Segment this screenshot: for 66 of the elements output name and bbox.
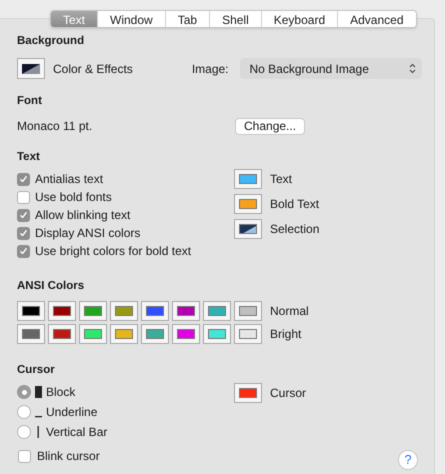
tab[interactable]: Tab <box>164 11 210 27</box>
color-well[interactable] <box>17 301 45 321</box>
checkbox-label: Use bold fonts <box>35 189 112 206</box>
color-well[interactable] <box>234 324 262 344</box>
color-well[interactable] <box>110 324 138 344</box>
color-label: Selection <box>270 221 320 238</box>
color-label: Text <box>270 171 292 188</box>
section-heading: Background <box>17 34 86 48</box>
tab[interactable]: Keyboard <box>260 11 338 27</box>
checkmark-icon <box>20 176 27 182</box>
color-well[interactable] <box>172 301 200 321</box>
checkbox[interactable] <box>17 190 30 204</box>
color-label: Normal <box>270 303 309 320</box>
color-well[interactable] <box>48 324 76 344</box>
checkbox-label: Use bright colors for bold text <box>35 243 192 260</box>
section-heading: Font <box>17 94 43 108</box>
change-button[interactable]: Change... <box>235 118 306 134</box>
underline-cursor-icon <box>35 416 42 418</box>
bar-cursor-icon <box>35 426 42 438</box>
radio-label: Underline <box>46 404 98 421</box>
color-well[interactable] <box>110 301 138 321</box>
checkbox[interactable] <box>17 172 30 186</box>
color-well[interactable] <box>203 324 231 344</box>
stepper-icon <box>408 63 416 74</box>
radio-label: Block <box>46 384 76 401</box>
color-well[interactable] <box>234 301 262 321</box>
checkbox[interactable] <box>17 208 30 222</box>
background-swatch-icon <box>22 64 40 74</box>
color-well[interactable] <box>234 219 262 239</box>
checkbox[interactable] <box>17 226 30 240</box>
radio-label: Vertical Bar <box>46 424 108 441</box>
tab[interactable]: Advanced <box>337 11 416 27</box>
color-label: Cursor <box>270 385 306 402</box>
color-well[interactable] <box>79 301 107 321</box>
color-well[interactable] <box>234 169 262 189</box>
tab[interactable]: Shell <box>209 11 261 27</box>
color-well[interactable] <box>141 301 169 321</box>
checkbox-label: Allow blinking text <box>35 207 130 224</box>
background-color-button[interactable] <box>17 58 45 79</box>
tab[interactable]: Window <box>97 11 165 27</box>
color-well[interactable] <box>234 383 262 403</box>
color-well[interactable] <box>234 194 262 214</box>
image-select[interactable]: No Background Image <box>240 58 422 79</box>
section-heading: ANSI Colors <box>17 279 86 293</box>
section-heading: Cursor <box>17 363 56 377</box>
checkbox[interactable] <box>17 244 30 258</box>
checkbox-label: Blink cursor <box>37 448 100 465</box>
checkmark-icon <box>20 212 27 218</box>
block-cursor-icon <box>35 386 42 398</box>
checkmark-icon <box>20 248 27 254</box>
color-effects-label: Color & Effects <box>53 60 133 78</box>
color-well[interactable] <box>141 324 169 344</box>
color-label: Bold Text <box>270 196 320 213</box>
color-well[interactable] <box>203 301 231 321</box>
color-well[interactable] <box>48 301 76 321</box>
checkmark-icon <box>20 230 27 236</box>
font-value: Monaco 11 pt. <box>17 118 94 135</box>
color-label: Bright <box>270 326 302 343</box>
checkbox-label: Display ANSI colors <box>35 225 140 242</box>
color-well[interactable] <box>17 324 45 344</box>
image-label: Image: <box>192 60 228 78</box>
color-well[interactable] <box>172 324 200 344</box>
section-heading: Text <box>17 150 41 164</box>
checkbox-label: Antialias text <box>35 171 104 188</box>
checkbox[interactable] <box>18 450 31 462</box>
color-well[interactable] <box>79 324 107 344</box>
